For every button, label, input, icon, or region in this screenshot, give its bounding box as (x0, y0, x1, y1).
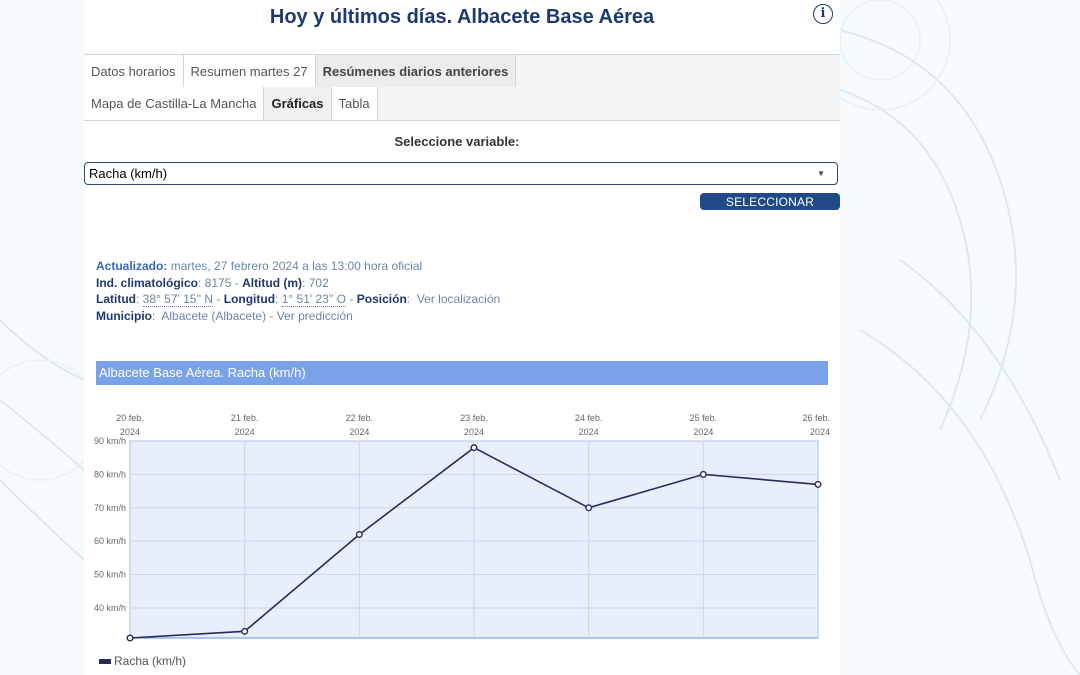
position-label: Posición (356, 292, 407, 306)
x-tick-label: 22 feb. (346, 413, 374, 423)
data-point (470, 444, 478, 452)
climate-index-label: Ind. climatológico (96, 275, 199, 290)
altitude-value: : 702 (302, 275, 329, 290)
view-forecast-link[interactable]: Ver predicción (277, 309, 353, 323)
coords-line: Latitud: 38° 57' 15'' N - Longitud: 1° 5… (96, 292, 501, 307)
info-icon[interactable]: i (813, 4, 833, 24)
chart-legend[interactable]: Racha (km/h) (99, 654, 186, 668)
tab-hourly-data[interactable]: Datos horarios (84, 55, 184, 88)
x-tick-label: 21 feb. (231, 413, 259, 423)
variable-select-value: Racha (km/h) (89, 166, 168, 181)
x-tick-label-year: 2024 (349, 427, 369, 437)
chevron-down-icon: ▼ (817, 169, 825, 178)
latitude-label: Latitud (96, 292, 136, 306)
primary-tabs: Datos horarios Resumen martes 27 Resúmen… (84, 54, 840, 89)
gust-line-chart: 90 km/h 80 km/h 70 km/h 60 km/h 50 km/h 40 km… (94, 413, 830, 642)
tab-map[interactable]: Mapa de Castilla-La Mancha (84, 87, 265, 120)
x-tick-label: 20 feb. (116, 413, 144, 423)
x-tick-label-year: 2024 (693, 427, 713, 437)
data-point (814, 480, 822, 488)
legend-swatch (99, 658, 111, 664)
updated-value: martes, 27 febrero 2024 a las 13:00 hora… (170, 259, 423, 273)
x-tick-label-year: 2024 (464, 427, 484, 437)
secondary-tabs: Mapa de Castilla-La Mancha Gráficas Tabl… (84, 87, 840, 121)
legend-label: Racha (km/h) (114, 654, 187, 668)
y-tick-label: 40 km/h (94, 603, 126, 613)
tab-table[interactable]: Tabla (331, 87, 378, 120)
x-tick-label: 24 feb. (575, 413, 603, 423)
updated-label: Actualizado: (96, 259, 168, 273)
longitude-value: 1° 51' 23'' O (281, 292, 347, 307)
x-tick-label: 23 feb. (460, 413, 488, 423)
y-tick-label: 70 km/h (94, 503, 126, 513)
chart-title-bar: Albacete Base Aérea. Racha (km/h) (96, 361, 828, 385)
x-tick-label-year: 2024 (579, 427, 599, 437)
tab-charts[interactable]: Gráficas (264, 87, 332, 120)
x-tick-label-year: 2024 (120, 427, 140, 437)
data-point (699, 470, 707, 478)
variable-select[interactable]: Racha (km/h) ▼ (84, 162, 838, 185)
y-tick-label: 50 km/h (94, 570, 126, 580)
municipality-line: Municipio: Albacete (Albacete) - Ver pre… (96, 308, 353, 323)
municipality-label: Municipio (96, 308, 152, 323)
station-info: Actualizado: martes, 27 febrero 2024 a l… (96, 258, 500, 324)
altitude-label: Altitud (m) (242, 275, 303, 290)
y-tick-label: 90 km/h (94, 436, 126, 446)
tab-summary-tuesday[interactable]: Resumen martes 27 (183, 55, 316, 88)
updated-line: Actualizado: martes, 27 febrero 2024 a l… (96, 258, 500, 275)
municipality-value: Albacete (Albacete) (161, 308, 267, 323)
page-title: Hoy y últimos días. Albacete Base Aérea (269, 6, 655, 28)
climate-index-value: : 8175 - (198, 275, 239, 290)
longitude-label: Longitud (223, 292, 276, 306)
latitude-value: 38° 57' 15'' N (142, 292, 214, 307)
x-tick-label: 26 feb. (802, 413, 830, 423)
data-point (585, 504, 593, 512)
tab-bar-filler (516, 55, 840, 88)
data-point (355, 530, 363, 538)
view-location-link[interactable]: Ver localización (417, 292, 500, 306)
tab-previous-daily-summaries[interactable]: Resúmenes diarios anteriores (315, 55, 517, 88)
y-tick-label: 80 km/h (94, 469, 126, 479)
main-panel: Hoy y últimos días. Albacete Base Aérea … (84, 0, 840, 675)
data-point (241, 627, 249, 635)
x-tick-label-year: 2024 (810, 427, 830, 437)
y-tick-label: 60 km/h (94, 536, 126, 546)
tab-bar-filler (377, 87, 840, 120)
data-point (126, 634, 134, 642)
variable-select-label: Seleccione variable: (394, 134, 520, 149)
climate-line: Ind. climatológico: 8175 - Altitud (m): … (96, 275, 500, 292)
select-button[interactable]: SELECCIONAR (700, 193, 840, 210)
x-tick-label: 25 feb. (690, 413, 718, 423)
x-tick-label-year: 2024 (235, 427, 255, 437)
